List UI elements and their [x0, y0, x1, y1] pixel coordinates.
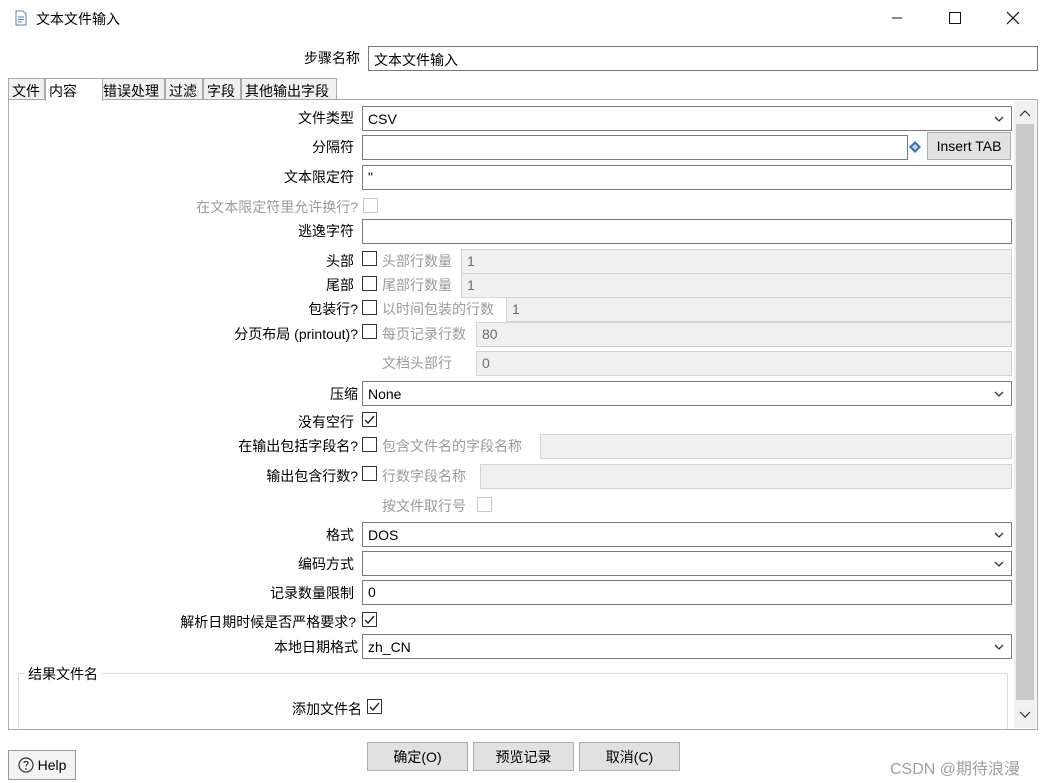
encoding-select[interactable] — [362, 551, 1012, 576]
file-type-select[interactable]: CSV — [362, 106, 1012, 131]
tab-fields[interactable]: 字段 — [203, 78, 241, 100]
rownum-per-file-checkbox[interactable] — [477, 497, 492, 512]
maximize-button[interactable] — [932, 0, 978, 36]
escape-input[interactable] — [362, 219, 1012, 244]
window-title: 文本文件输入 — [36, 11, 120, 27]
paged-layout-checkbox[interactable] — [362, 324, 377, 339]
close-icon — [1006, 11, 1020, 25]
result-filename-group-title: 结果文件名 — [24, 664, 102, 684]
allow-breaks-checkbox[interactable] — [363, 198, 378, 213]
footer-rows-label: 尾部行数量 — [382, 277, 452, 293]
tab-other-output-fields[interactable]: 其他输出字段 — [241, 78, 337, 100]
step-name-input[interactable]: 文本文件输入 — [368, 46, 1038, 71]
file-type-label: 文件类型 — [298, 110, 354, 126]
date-locale-select[interactable]: zh_CN — [362, 634, 1012, 659]
format-label: 格式 — [326, 527, 354, 543]
strict-dates-checkbox[interactable] — [362, 612, 377, 627]
wrapped-lines-input[interactable]: 1 — [506, 297, 1012, 322]
footer-rows-input[interactable]: 1 — [461, 273, 1012, 298]
header-rows-input[interactable]: 1 — [461, 249, 1012, 274]
header-checkbox[interactable] — [362, 251, 377, 266]
doc-header-label: 文档头部行 — [382, 355, 452, 371]
separator-label: 分隔符 — [312, 139, 354, 155]
checkmark-icon — [364, 415, 375, 425]
header-rows-label: 头部行数量 — [382, 253, 452, 269]
filename-field-label: 包含文件名的字段名称 — [382, 438, 522, 454]
limit-input[interactable]: 0 — [362, 580, 1012, 605]
strict-dates-label: 解析日期时候是否严格要求? — [180, 614, 356, 630]
doc-header-input[interactable]: 0 — [476, 351, 1012, 376]
checkmark-icon — [364, 615, 375, 625]
close-button[interactable] — [990, 0, 1036, 36]
watermark: CSDN @期待浪漫 — [890, 761, 1021, 778]
filename-field-input[interactable] — [540, 434, 1012, 459]
format-select[interactable]: DOS — [362, 522, 1012, 547]
header-label: 头部 — [326, 253, 354, 269]
include-filename-label: 在输出包括字段名? — [238, 438, 358, 454]
cancel-button[interactable]: 取消(C) — [579, 742, 680, 771]
rownum-per-file-label: 按文件取行号 — [382, 498, 466, 514]
format-value: DOS — [368, 526, 399, 543]
compression-label: 压缩 — [330, 386, 358, 402]
encoding-label: 编码方式 — [298, 556, 354, 572]
checkmark-icon — [369, 702, 380, 712]
rows-per-page-label: 每页记录行数 — [382, 326, 466, 342]
chevron-down-icon — [994, 116, 1004, 122]
compression-select[interactable]: None — [362, 381, 1012, 406]
rownum-label: 输出包含行数? — [266, 468, 358, 484]
insert-tab-button[interactable]: Insert TAB — [927, 132, 1011, 160]
allow-breaks-label: 在文本限定符里允许换行? — [196, 199, 358, 215]
chevron-down-icon — [994, 644, 1004, 650]
add-filename-checkbox[interactable] — [367, 699, 382, 714]
wrapped-label: 包装行? — [308, 301, 358, 317]
help-button-label: Help — [37, 757, 67, 773]
include-filename-checkbox[interactable] — [362, 437, 377, 452]
wrapped-lines-label: 以时间包装的行数 — [382, 301, 494, 317]
ok-button[interactable]: 确定(O) — [367, 742, 468, 771]
chevron-down-icon — [994, 391, 1004, 397]
no-empty-rows-label: 没有空行 — [298, 414, 354, 430]
wrapped-checkbox[interactable] — [362, 300, 377, 315]
escape-label: 逃逸字符 — [298, 223, 354, 239]
document-icon — [15, 10, 27, 26]
file-type-value: CSV — [368, 110, 397, 127]
footer-label: 尾部 — [326, 277, 354, 293]
rownum-field-input[interactable] — [480, 464, 1012, 489]
help-icon — [17, 757, 34, 773]
rownum-field-label: 行数字段名称 — [382, 468, 466, 484]
rows-per-page-input[interactable]: 80 — [476, 322, 1012, 347]
tab-file[interactable]: 文件 — [8, 78, 45, 100]
scroll-down-icon[interactable] — [1019, 710, 1031, 720]
rownum-checkbox[interactable] — [362, 466, 377, 481]
result-filename-group — [18, 673, 1008, 729]
help-button[interactable]: Help — [8, 750, 76, 780]
tab-error-handling[interactable]: 错误处理 — [99, 78, 165, 100]
paged-layout-label: 分页布局 (printout)? — [234, 326, 358, 342]
compression-value: None — [368, 385, 402, 402]
no-empty-rows-checkbox[interactable] — [362, 412, 377, 427]
chevron-down-icon — [994, 561, 1004, 567]
separator-input[interactable] — [362, 135, 908, 160]
date-locale-label: 本地日期格式 — [274, 639, 358, 655]
tab-content[interactable]: 内容 — [45, 78, 103, 101]
maximize-icon — [949, 12, 961, 24]
step-name-label: 步骤名称 — [304, 50, 360, 66]
minimize-icon — [892, 17, 902, 19]
scroll-up-icon[interactable] — [1019, 108, 1031, 118]
enclosure-label: 文本限定符 — [284, 169, 354, 185]
enclosure-input[interactable]: " — [362, 165, 1012, 190]
add-filename-label: 添加文件名 — [292, 701, 362, 717]
scrollbar-thumb[interactable] — [1016, 124, 1034, 700]
date-locale-value: zh_CN — [368, 638, 411, 655]
tab-filter[interactable]: 过滤 — [165, 78, 203, 100]
footer-checkbox[interactable] — [362, 276, 377, 291]
chevron-down-icon — [994, 532, 1004, 538]
variable-icon[interactable] — [908, 140, 922, 154]
minimize-button[interactable] — [874, 0, 920, 36]
limit-label: 记录数量限制 — [270, 585, 354, 601]
preview-button[interactable]: 预览记录 — [473, 742, 574, 771]
